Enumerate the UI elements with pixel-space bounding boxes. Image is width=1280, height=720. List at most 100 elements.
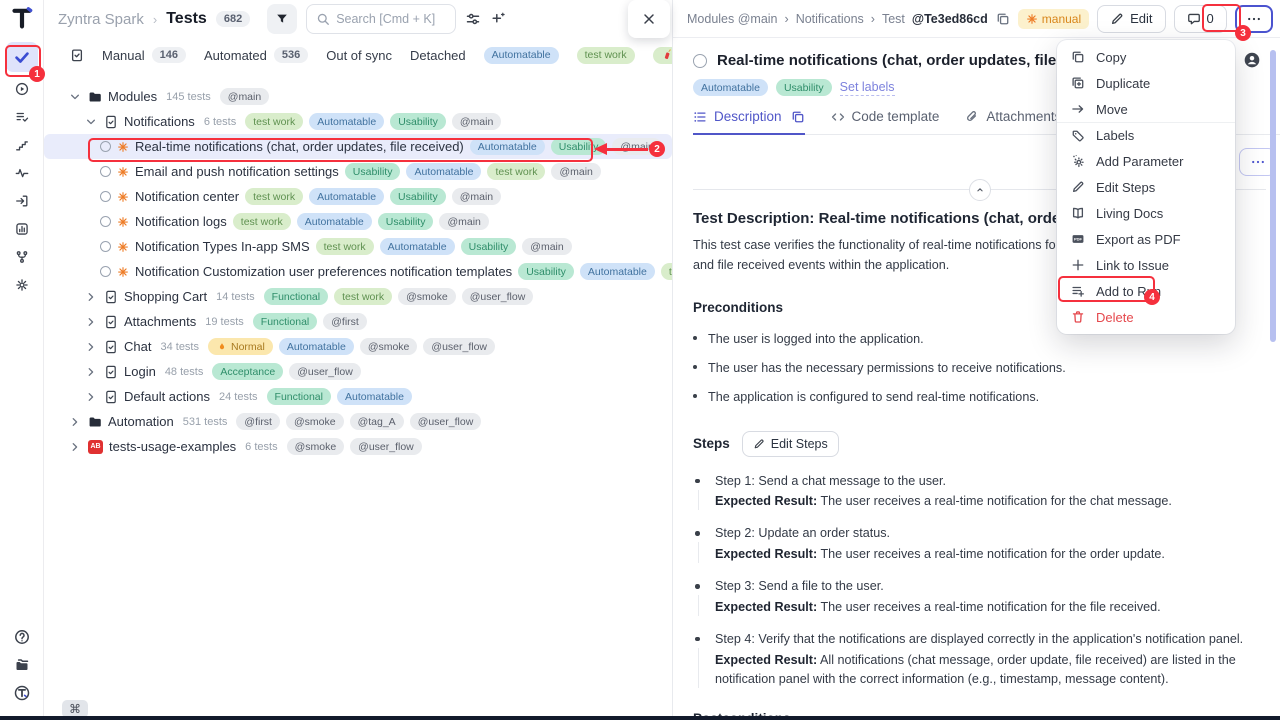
chevron-down-icon[interactable]: [68, 90, 82, 104]
copy-id-icon[interactable]: [996, 12, 1010, 26]
comments-button[interactable]: 0: [1174, 5, 1227, 33]
workspace-name[interactable]: Zyntra Spark: [58, 11, 144, 28]
label-badge: test work: [316, 238, 374, 255]
tab-description[interactable]: Description: [693, 109, 805, 135]
tree-row[interactable]: Modules145 tests@main: [44, 84, 279, 109]
sidebar-item-stairs[interactable]: [9, 132, 35, 158]
avatar[interactable]: [1243, 51, 1261, 69]
menu-item-delete[interactable]: Delete: [1057, 304, 1235, 330]
status-badge: manual: [1018, 9, 1089, 29]
status-circle-icon[interactable]: [100, 166, 111, 177]
tab-attachments[interactable]: Attachments: [965, 109, 1061, 135]
ab-icon: AB: [88, 440, 103, 454]
label-badge: @first: [323, 313, 367, 330]
label-badge: @user_flow: [350, 438, 422, 455]
tree-row[interactable]: Attachments19 testsFunctional@first: [44, 309, 377, 334]
test-id: @Te3ed86cd: [912, 12, 988, 26]
sidebar-item-report[interactable]: [9, 216, 35, 242]
chevron-up-icon: [974, 184, 986, 196]
menu-item-add-parameter[interactable]: Add Parameter: [1057, 148, 1235, 174]
set-labels-link[interactable]: Set labels: [840, 80, 895, 96]
filter-tab-automated[interactable]: Automated536: [204, 47, 308, 63]
tree-row[interactable]: Shopping Cart14 testsFunctionaltest work…: [44, 284, 543, 309]
edit-steps-button[interactable]: Edit Steps: [742, 431, 839, 457]
tree-row[interactable]: Real-time notifications (chat, order upd…: [44, 134, 672, 159]
chevron-right-icon[interactable]: [68, 440, 82, 454]
tree-row[interactable]: Email and push notification settingsUsab…: [44, 159, 611, 184]
tree-row[interactable]: Notification Customization user preferen…: [44, 259, 672, 284]
chevron-right-icon[interactable]: [84, 290, 98, 304]
menu-item-move[interactable]: Move: [1057, 96, 1235, 122]
breadcrumb-modules[interactable]: Modules @main: [687, 12, 778, 26]
collapse-description-button[interactable]: [969, 179, 991, 201]
sidebar-item-import[interactable]: [9, 188, 35, 214]
tab-code-template[interactable]: Code template: [831, 109, 940, 135]
sidebar-item-pulse[interactable]: [9, 160, 35, 186]
sidebar-item-projects[interactable]: [9, 652, 35, 678]
search-input[interactable]: [336, 12, 446, 26]
status-circle-icon[interactable]: [693, 54, 707, 68]
detail-scrollbar[interactable]: [1270, 50, 1276, 342]
search-box[interactable]: [306, 4, 456, 34]
chevron-right-icon[interactable]: [84, 315, 98, 329]
pulse-icon: [15, 166, 29, 180]
more-actions-button[interactable]: [1235, 5, 1273, 33]
menu-item-duplicate[interactable]: Duplicate: [1057, 70, 1235, 96]
menu-item-export-as-pdf[interactable]: PDFExport as PDF: [1057, 226, 1235, 252]
tree-row-meta: 34 tests: [160, 341, 199, 353]
copy-icon[interactable]: [791, 110, 805, 124]
chevron-right-icon[interactable]: [84, 390, 98, 404]
menu-item-link-to-issue[interactable]: Link to Issue: [1057, 252, 1235, 278]
tree-row[interactable]: Notifications6 teststest workAutomatable…: [44, 109, 511, 134]
menu-item-copy[interactable]: Copy: [1057, 44, 1235, 70]
add-test-icon[interactable]: [490, 11, 506, 27]
breadcrumb-notifications[interactable]: Notifications: [796, 12, 864, 26]
tree-row[interactable]: Notification logstest workAutomatableUsa…: [44, 209, 499, 234]
sidebar-item-check[interactable]: [6, 42, 38, 72]
label-badge: test work: [487, 163, 545, 180]
label-badge: Usability: [345, 163, 401, 180]
label-badge: @main: [522, 238, 571, 255]
filter-tab-out-of-sync[interactable]: Out of sync: [326, 48, 392, 63]
sidebar-item-help[interactable]: [9, 624, 35, 650]
tree-row[interactable]: Notification Types In-app SMStest workAu…: [44, 234, 582, 259]
menu-item-living-docs[interactable]: Living Docs: [1057, 200, 1235, 226]
filter-tab-detached[interactable]: Detached: [410, 48, 466, 63]
folder-icon: [88, 90, 102, 104]
tree-row[interactable]: Chat34 testsNormalAutomatable@smoke@user…: [44, 334, 505, 359]
status-circle-icon[interactable]: [100, 191, 111, 202]
chevron-right-icon[interactable]: [84, 340, 98, 354]
list-item: The user has the necessary permissions t…: [693, 359, 1254, 377]
sidebar-item-play-circle[interactable]: [9, 76, 35, 102]
tree-row[interactable]: ABtests-usage-examples6 tests@smoke@user…: [44, 434, 432, 459]
menu-item-edit-steps[interactable]: Edit Steps: [1057, 174, 1235, 200]
label-badge: Usability: [378, 213, 434, 230]
app-logo[interactable]: [9, 6, 35, 30]
chevron-down-icon[interactable]: [84, 115, 98, 129]
import-icon: [15, 194, 29, 208]
chevron-right-icon[interactable]: [68, 415, 82, 429]
tree-row[interactable]: Automation531 tests@first@smoke@tag_A@us…: [44, 409, 491, 434]
status-circle-icon[interactable]: [100, 241, 111, 252]
filter-tab-manual[interactable]: Manual146: [102, 47, 186, 63]
steps-title: Steps: [693, 436, 730, 451]
edit-button[interactable]: Edit: [1097, 5, 1165, 33]
settings-sliders-icon[interactable]: [465, 11, 481, 27]
tree-row[interactable]: Default actions24 testsFunctionalAutomat…: [44, 384, 422, 409]
sidebar-item-list-check[interactable]: [9, 104, 35, 130]
status-circle-icon[interactable]: [100, 216, 111, 227]
tree-row[interactable]: Login48 testsAcceptance@user_flow: [44, 359, 371, 384]
status-circle-icon[interactable]: [100, 141, 111, 152]
chevron-right-icon[interactable]: [84, 365, 98, 379]
ellipsis-icon: [1250, 154, 1266, 170]
menu-item-labels[interactable]: Labels: [1057, 122, 1235, 148]
sidebar-item-branch[interactable]: [9, 244, 35, 270]
filter-button[interactable]: [267, 4, 297, 34]
close-panel-button[interactable]: [628, 0, 670, 38]
menu-item-add-to-run[interactable]: Add to Run: [1057, 278, 1235, 304]
status-circle-icon[interactable]: [100, 266, 111, 277]
sidebar-item-profile[interactable]: [9, 680, 35, 706]
tree-row[interactable]: Notification centertest workAutomatableU…: [44, 184, 511, 209]
label-badge: @tag_A: [350, 413, 404, 430]
sidebar-item-gear[interactable]: [9, 272, 35, 298]
